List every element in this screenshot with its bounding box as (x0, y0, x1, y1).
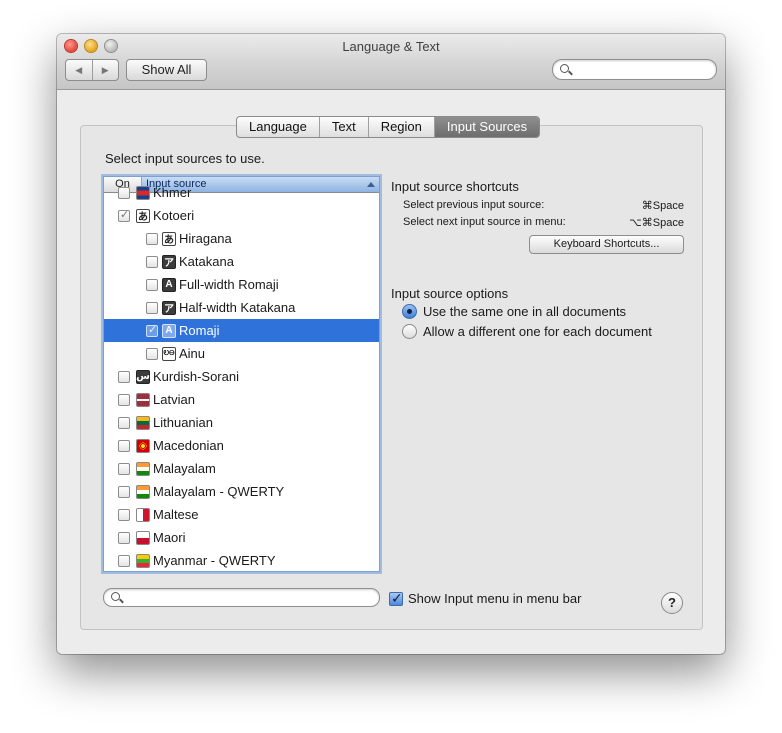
allow-different-option[interactable]: Allow a different one for each document (402, 324, 652, 339)
input-source-row[interactable]: Latvian (104, 388, 379, 411)
katakana-a-icon: ア (162, 254, 176, 269)
enable-checkbox[interactable] (146, 278, 158, 291)
input-source-row[interactable]: ア Katakana (104, 250, 379, 273)
input-source-label: Lithuanian (153, 415, 213, 430)
input-source-label: Half-width Katakana (179, 300, 296, 315)
keyboard-shortcuts-button[interactable]: Keyboard Shortcuts... (529, 235, 684, 254)
malayalam-india-flag-icon (136, 461, 150, 476)
input-source-label: Myanmar - QWERTY (153, 553, 276, 568)
input-source-row[interactable]: ᎧᎾ Ainu (104, 342, 379, 365)
input-source-row[interactable]: Maori (104, 526, 379, 549)
khmer-flag-icon (136, 185, 150, 200)
use-same-option[interactable]: Use the same one in all documents (402, 304, 626, 319)
input-source-label: Full-width Romaji (179, 277, 279, 292)
enable-checkbox[interactable] (118, 393, 130, 406)
halfwidth-katakana-icon: ア (162, 300, 176, 315)
maori-flag-icon (136, 530, 150, 545)
macedonia-flag-icon (136, 438, 150, 453)
input-source-row[interactable]: Malayalam - QWERTY (104, 480, 379, 503)
enable-checkbox[interactable] (118, 508, 130, 521)
input-source-label: Latvian (153, 392, 195, 407)
input-sources-list[interactable]: On Input source KhmerあKotoeriあHiraganaアK… (103, 176, 380, 572)
select-input-sources-label: Select input sources to use. (105, 151, 265, 166)
ainu-icon: ᎧᎾ (162, 346, 176, 361)
enable-checkbox[interactable] (146, 232, 158, 245)
input-source-label: Malayalam (153, 461, 216, 476)
input-source-label: Katakana (179, 254, 234, 269)
malta-flag-icon (136, 507, 150, 522)
input-source-row[interactable]: Khmer (104, 181, 379, 204)
next-source-label: Select next input source in menu: (403, 216, 566, 228)
input-source-row[interactable]: A Full-width Romaji (104, 273, 379, 296)
hiragana-a-icon: あ (162, 231, 176, 246)
sorani-script-icon: س (136, 369, 150, 384)
enable-checkbox[interactable] (118, 462, 130, 475)
input-source-label: Khmer (153, 185, 192, 200)
enable-checkbox[interactable] (118, 485, 130, 498)
input-source-row[interactable]: Myanmar - QWERTY (104, 549, 379, 571)
enable-checkbox[interactable] (118, 186, 130, 199)
input-source-label: Malayalam - QWERTY (153, 484, 285, 499)
allow-different-radio[interactable] (402, 324, 417, 339)
myanmar-flag-icon (136, 553, 150, 568)
input-source-label: Ainu (179, 346, 206, 361)
input-source-row[interactable]: あKotoeri (104, 204, 379, 227)
help-button[interactable]: ? (661, 592, 683, 614)
allow-different-label: Allow a different one for each document (423, 324, 652, 339)
enable-checkbox[interactable] (118, 554, 130, 567)
input-source-label: Maltese (153, 507, 199, 522)
input-source-label: Macedonian (153, 438, 224, 453)
enable-checkbox[interactable] (118, 439, 130, 452)
previous-source-key: ⌘Space (641, 200, 684, 212)
malayalam-qwerty-flag-icon (136, 484, 150, 499)
tab-language[interactable]: Language (237, 117, 319, 137)
enable-checkbox[interactable] (146, 347, 158, 360)
hiragana-a-icon: あ (136, 208, 150, 223)
latvia-flag-icon (136, 392, 150, 407)
input-source-row[interactable]: あ Hiragana (104, 227, 379, 250)
window-content: Language Text Region Input Sources Selec… (57, 34, 725, 654)
lithuania-flag-icon (136, 415, 150, 430)
enable-checkbox[interactable] (146, 324, 158, 337)
enable-checkbox[interactable] (118, 370, 130, 383)
input-source-label: Maori (153, 530, 186, 545)
tab-input-sources[interactable]: Input Sources (433, 117, 540, 137)
use-same-label: Use the same one in all documents (423, 304, 627, 319)
show-input-menu-check[interactable] (389, 590, 403, 607)
enable-checkbox[interactable] (118, 209, 130, 222)
next-source-key: ⌥⌘Space (629, 217, 684, 229)
input-source-row[interactable]: Maltese (104, 503, 379, 526)
shortcuts-title: Input source shortcuts (391, 179, 519, 194)
enable-checkbox[interactable] (118, 531, 130, 544)
enable-checkbox[interactable] (118, 416, 130, 429)
enable-checkbox[interactable] (146, 301, 158, 314)
tab-region[interactable]: Region (367, 117, 434, 137)
tab-bar: Language Text Region Input Sources (236, 116, 541, 138)
fullwidth-a-icon: A (162, 277, 176, 292)
tab-text[interactable]: Text (318, 117, 368, 137)
input-source-row[interactable]: س Kurdish-Sorani (104, 365, 379, 388)
next-source-shortcut: Select next input source in menu: ⌥⌘Spac… (403, 216, 684, 229)
show-input-menu-checkbox[interactable]: Show Input menu in menu bar (389, 590, 582, 607)
input-source-label: Hiragana (179, 231, 232, 246)
input-source-row[interactable]: ア Half-width Katakana (104, 296, 379, 319)
use-same-radio[interactable] (402, 304, 417, 319)
previous-source-shortcut: Select previous input source: ⌘Space (403, 199, 684, 212)
options-title: Input source options (391, 286, 509, 301)
input-source-filter-field[interactable] (103, 588, 380, 607)
input-source-label: Kurdish-Sorani (153, 369, 239, 384)
enable-checkbox[interactable] (146, 255, 158, 268)
romaji-a-icon: A (162, 323, 176, 338)
input-source-row[interactable]: ARomaji (104, 319, 379, 342)
input-source-label: Kotoeri (153, 208, 195, 223)
input-source-row[interactable]: Lithuanian (104, 411, 379, 434)
previous-source-label: Select previous input source: (403, 199, 545, 211)
show-input-menu-label: Show Input menu in menu bar (408, 591, 582, 606)
input-source-row[interactable]: Malayalam (104, 457, 379, 480)
input-source-label: Romaji (179, 323, 220, 338)
search-icon (111, 592, 120, 601)
input-source-row[interactable]: Macedonian (104, 434, 379, 457)
